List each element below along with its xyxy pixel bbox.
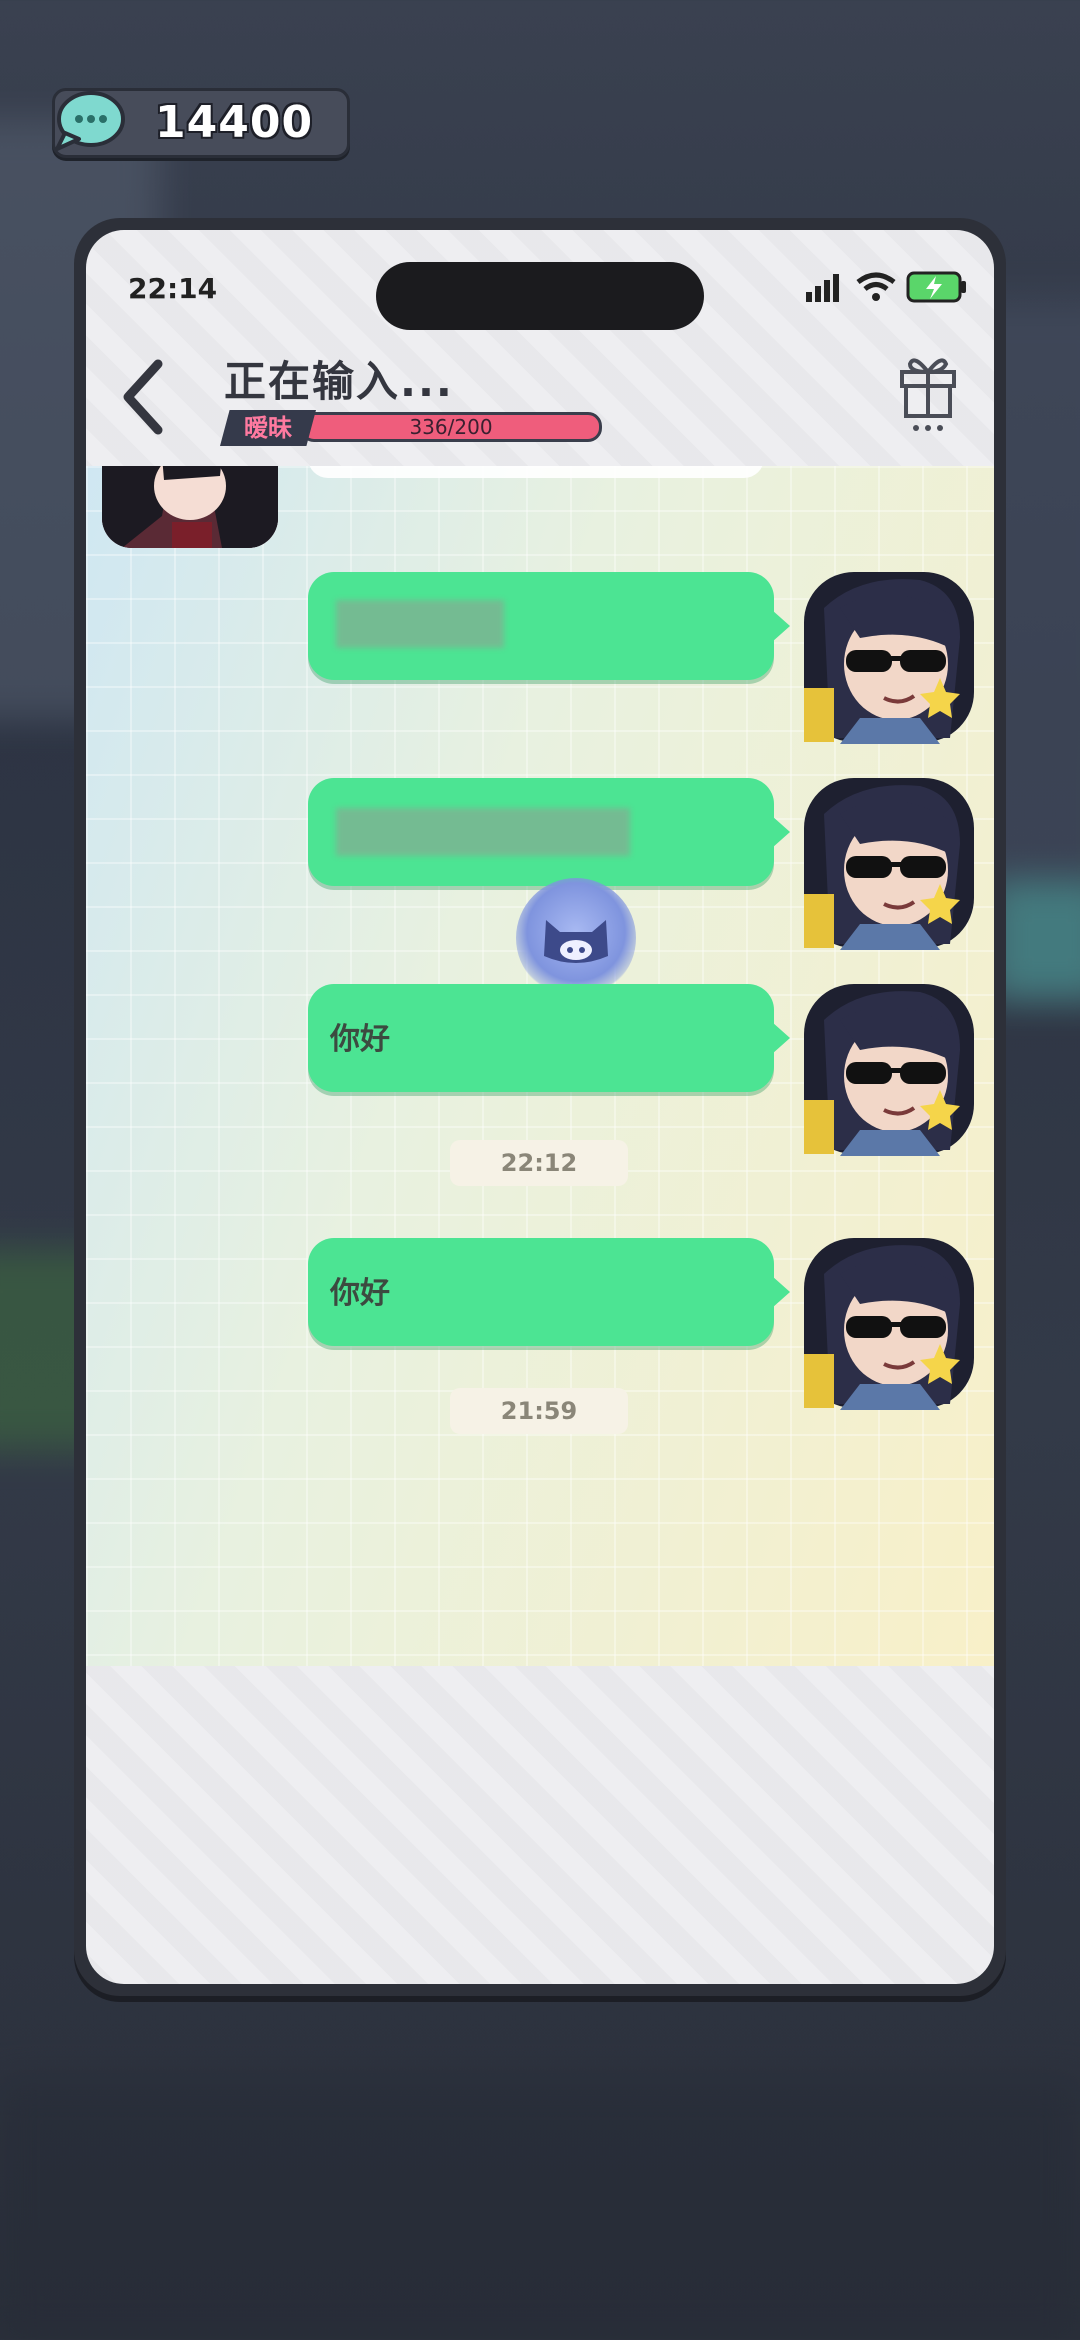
phone-screen: 22:14 正在输入... 336/200 暧昧 你好 21:59 你好 22:… xyxy=(86,230,994,1984)
user-avatar xyxy=(804,572,974,744)
chat-bubble-coin-icon xyxy=(55,91,125,151)
message-bubble[interactable]: 你好 xyxy=(308,1238,790,1346)
phone-frame: 22:14 正在输入... 336/200 暧昧 你好 21:59 你好 22:… xyxy=(74,218,1006,1996)
redacted-text xyxy=(336,600,504,648)
message-text: 你好 xyxy=(330,1022,390,1057)
status-icons xyxy=(806,270,968,304)
back-button[interactable] xyxy=(114,354,174,440)
message-row: 你好 xyxy=(86,1238,994,1416)
relation-progress-track: 336/200 xyxy=(300,412,602,442)
wifi-icon xyxy=(856,272,896,301)
signal-icon xyxy=(806,274,839,302)
gift-button[interactable] xyxy=(896,350,960,434)
previous-message-bubble xyxy=(308,466,764,478)
pig-icon xyxy=(544,920,608,963)
dynamic-island xyxy=(376,262,704,330)
message-row: 你好 xyxy=(86,984,994,1162)
status-time: 22:14 xyxy=(128,272,218,305)
user-avatar xyxy=(804,1238,974,1410)
relation-bar: 336/200 暧昧 xyxy=(220,410,610,446)
message-bubble[interactable] xyxy=(308,572,790,680)
user-avatar xyxy=(804,778,974,950)
message-bubble[interactable]: 你好 xyxy=(308,984,790,1092)
page-title: 正在输入... xyxy=(224,357,454,406)
battery-charging-icon xyxy=(906,271,966,303)
message-bubble[interactable] xyxy=(308,778,790,886)
chat-area[interactable]: 你好 21:59 你好 22:12 xyxy=(86,466,994,1666)
currency-amount: 14400 xyxy=(155,97,314,148)
currency-display: 14400 xyxy=(52,88,350,158)
message-text: 你好 xyxy=(330,1276,390,1311)
relation-progress-text: 336/200 xyxy=(409,415,493,439)
user-avatar xyxy=(804,984,974,1156)
floating-pig-button[interactable] xyxy=(516,878,636,998)
relation-label: 暧昧 xyxy=(220,410,316,446)
timestamp: 22:12 xyxy=(450,1140,628,1186)
redacted-text xyxy=(336,808,630,856)
partner-avatar xyxy=(102,466,278,548)
message-row xyxy=(86,572,994,750)
